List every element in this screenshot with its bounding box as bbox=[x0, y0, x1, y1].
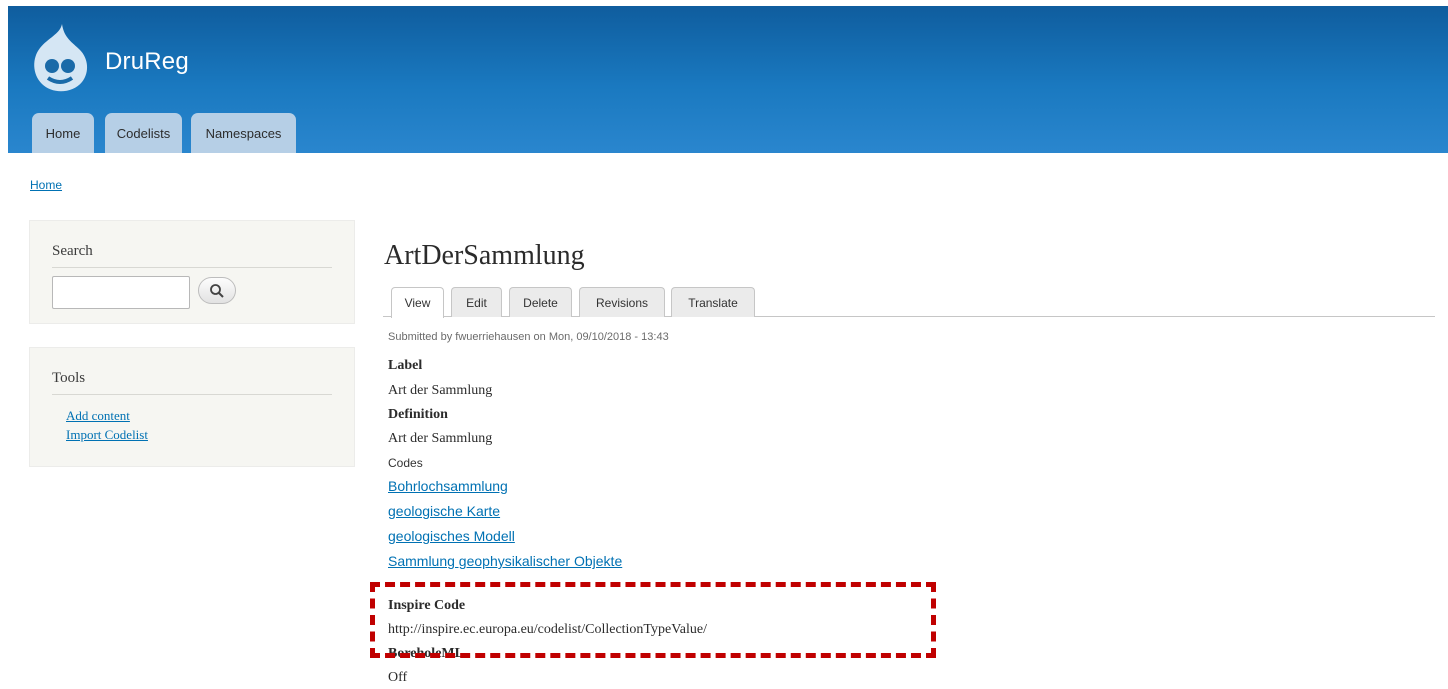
search-block-title: Search bbox=[52, 243, 332, 268]
drupal-logo-icon[interactable] bbox=[30, 22, 90, 94]
magnifier-icon bbox=[210, 283, 224, 298]
tab-translate[interactable]: Translate bbox=[671, 287, 755, 317]
code-link-bohrlochsammlung[interactable]: Bohrlochsammlung bbox=[388, 478, 508, 494]
tab-revisions[interactable]: Revisions bbox=[579, 287, 665, 317]
tools-block-title: Tools bbox=[52, 370, 332, 395]
page-title: ArtDerSammlung bbox=[384, 240, 585, 271]
codes-field-title: Codes bbox=[388, 456, 423, 470]
code-link-geologisches-modell[interactable]: geologisches Modell bbox=[388, 528, 515, 544]
label-field-value: Art der Sammlung bbox=[388, 383, 493, 398]
boreholeml-value: Off bbox=[388, 670, 408, 685]
code-link-sammlung-geophysikalischer-objekte[interactable]: Sammlung geophysikalischer Objekte bbox=[388, 553, 622, 569]
site-name[interactable]: DruReg bbox=[105, 48, 189, 76]
highlight-annotation bbox=[370, 582, 936, 658]
breadcrumb-home[interactable]: Home bbox=[30, 178, 62, 192]
tools-block: Tools Add content Import Codelist bbox=[29, 347, 355, 467]
import-codelist-link[interactable]: Import Codelist bbox=[66, 427, 148, 443]
menu-tab-home[interactable]: Home bbox=[32, 113, 94, 153]
definition-field-title: Definition bbox=[388, 407, 448, 422]
tab-view[interactable]: View bbox=[391, 287, 444, 318]
search-block: Search bbox=[29, 220, 355, 324]
menu-tab-codelists[interactable]: Codelists bbox=[105, 113, 182, 153]
submitted-info: Submitted by fwuerriehausen on Mon, 09/1… bbox=[388, 331, 669, 343]
code-link-geologische-karte[interactable]: geologische Karte bbox=[388, 503, 500, 519]
site-header: DruReg Home Codelists Namespaces bbox=[8, 6, 1448, 153]
menu-tab-namespaces[interactable]: Namespaces bbox=[191, 113, 296, 153]
search-input[interactable] bbox=[52, 276, 190, 309]
label-field-title: Label bbox=[388, 358, 423, 373]
search-button[interactable] bbox=[198, 277, 236, 304]
tab-delete[interactable]: Delete bbox=[509, 287, 572, 317]
add-content-link[interactable]: Add content bbox=[66, 408, 130, 424]
tab-edit[interactable]: Edit bbox=[451, 287, 502, 317]
definition-field-value: Art der Sammlung bbox=[388, 431, 493, 446]
